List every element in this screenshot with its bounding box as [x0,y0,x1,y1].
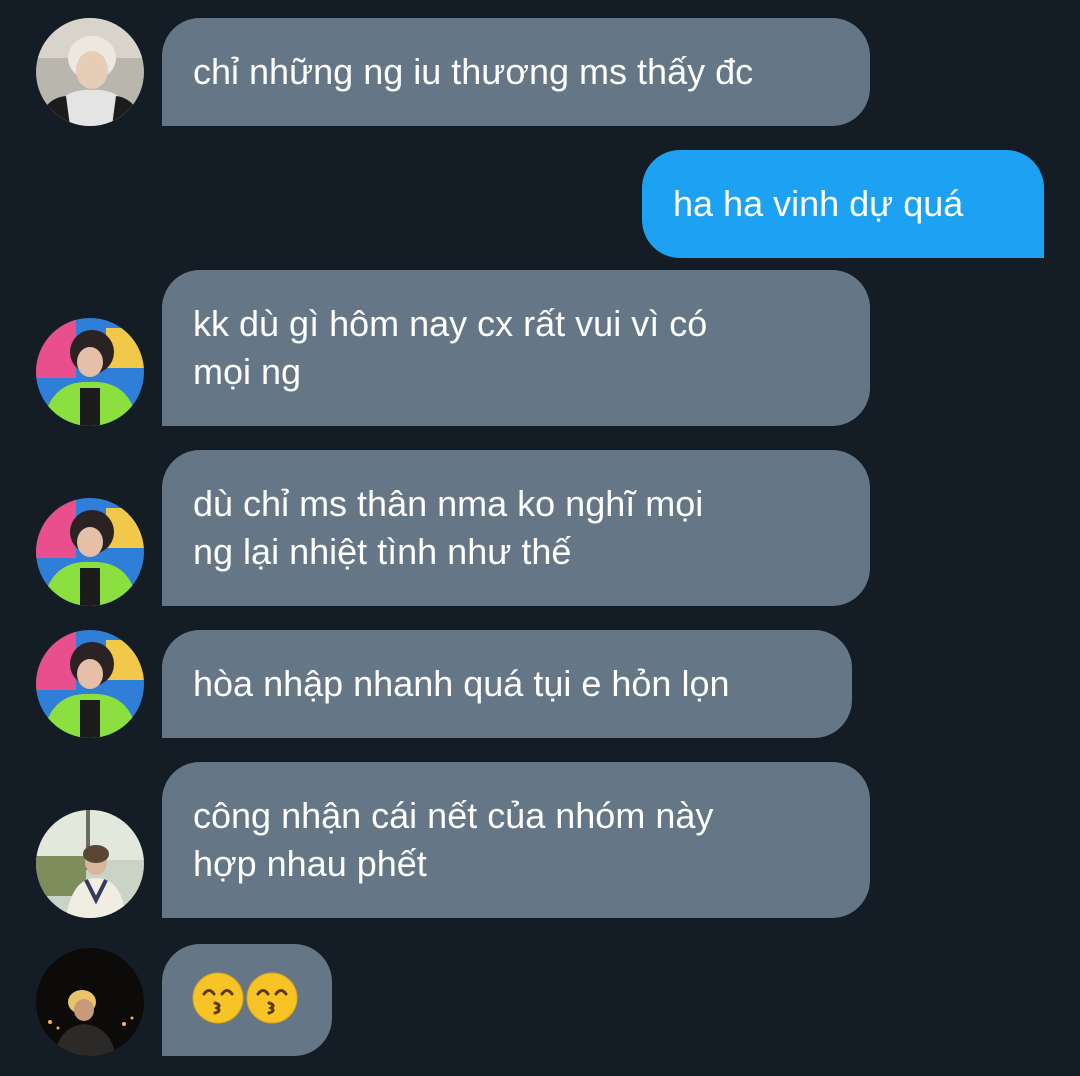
message-text: hòa nhập nhanh quá tụi e hỏn lọn [193,663,730,704]
message-text: mọi ng [193,351,302,392]
kissing-face-with-smiling-eyes-icon [246,972,298,1024]
avatar-green-jacket[interactable] [36,630,144,738]
avatar-photo-icon [36,318,144,426]
message-text: hợp nhau phết [193,843,427,884]
avatar-night-blonde[interactable] [36,948,144,1056]
avatar-photo-icon [36,630,144,738]
avatar-white-hair-hoodie[interactable] [36,18,144,126]
message-bubble-received[interactable]: chỉ những ng iu thương ms thấy đc [162,18,870,126]
message-bubble-received[interactable] [162,944,332,1056]
kissing-face-with-smiling-eyes-icon [192,972,244,1024]
message-text: ng lại nhiệt tình như thế [193,531,572,572]
avatar-green-jacket[interactable] [36,318,144,426]
message-bubble-received[interactable]: công nhận cái nết của nhóm này hợp nhau … [162,762,870,918]
message-text: ha ha vinh dự quá [673,183,964,224]
message-bubble-received[interactable]: kk dù gì hôm nay cx rất vui vì có mọi ng [162,270,870,426]
message-text: kk dù gì hôm nay cx rất vui vì có [193,303,708,344]
message-text: dù chỉ ms thân nma ko nghĩ mọi [193,483,704,524]
message-bubble-received[interactable]: hòa nhập nhanh quá tụi e hỏn lọn [162,630,852,738]
avatar-photo-icon [36,948,144,1056]
avatar-outdoor-sweater[interactable] [36,810,144,918]
avatar-photo-icon [36,18,144,126]
avatar-photo-icon [36,498,144,606]
message-bubble-received[interactable]: dù chỉ ms thân nma ko nghĩ mọi ng lại nh… [162,450,870,606]
avatar-photo-icon [36,810,144,918]
message-text: công nhận cái nết của nhóm này [193,795,714,836]
message-text: chỉ những ng iu thương ms thấy đc [193,51,754,92]
avatar-green-jacket[interactable] [36,498,144,606]
message-bubble-sent[interactable]: ha ha vinh dự quá [642,150,1044,258]
